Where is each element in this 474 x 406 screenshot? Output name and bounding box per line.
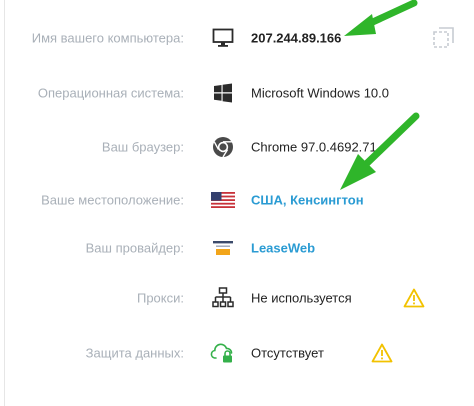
os-value: Microsoft Windows 10.0 [251,85,389,101]
location-link[interactable]: США, Кенсингтон [251,193,364,208]
browser-label: Ваш браузер: [101,139,184,155]
green-arrow [340,112,420,190]
ip-info-panel: Имя вашего компьютера: 207.244.89.166 Оп… [0,0,474,406]
warning-icon[interactable] [371,343,393,363]
chrome-logo-icon [210,134,236,160]
provider-logo-icon [210,235,236,261]
data-protection-label: Защита данных: [85,345,184,361]
row-provider: Ваш провайдер: LeaseWeb [0,228,474,268]
row-data-protection: Защита данных: Отсутствует [0,333,474,373]
copy-icon[interactable] [432,26,456,50]
proxy-value: Не используется [251,290,352,306]
cloud-lock-icon [210,340,236,366]
os-label: Операционная система: [37,85,184,101]
row-proxy: Прокси: Не используется [0,278,474,318]
green-arrow [344,0,418,36]
location-label: Ваше местоположение: [41,192,184,208]
provider-link[interactable]: LeaseWeb [251,241,315,256]
us-flag-icon [210,187,236,213]
computer-name-label: Имя вашего компьютера: [31,30,184,46]
warning-icon[interactable] [403,288,425,308]
row-operating-system: Операционная система: Microsoft Windows … [0,73,474,113]
computer-name-value: 207.244.89.166 [251,30,342,46]
data-protection-value: Отсутствует [251,345,324,361]
monitor-icon [210,25,236,51]
network-icon [210,285,236,311]
proxy-label: Прокси: [136,290,184,306]
windows-logo-icon [210,80,236,106]
provider-label: Ваш провайдер: [85,240,184,256]
